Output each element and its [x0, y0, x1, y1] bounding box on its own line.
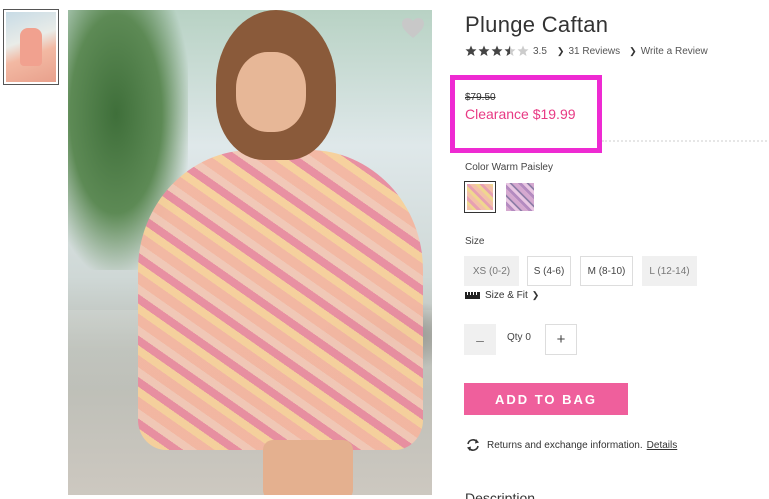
star-icon	[465, 45, 477, 56]
size-option-l[interactable]: L (12-14)	[642, 256, 697, 286]
write-review-link[interactable]: Write a Review	[641, 46, 708, 57]
returns-details-link[interactable]: Details	[647, 440, 678, 451]
rating-value: 3.5	[533, 45, 547, 57]
image-legs	[263, 440, 353, 495]
add-to-bag-button[interactable]: ADD TO BAG	[464, 383, 628, 415]
quantity-decrease-button[interactable]: –	[464, 324, 496, 355]
heart-icon[interactable]	[401, 17, 425, 39]
description-heading: Description	[465, 490, 536, 499]
reviews-link[interactable]: 31 Reviews	[568, 46, 620, 57]
star-icon	[491, 45, 503, 56]
image-face	[236, 52, 306, 132]
size-option-xs[interactable]: XS (0-2)	[464, 256, 519, 286]
quantity-increase-button[interactable]: +	[545, 324, 577, 355]
product-main-image	[68, 10, 432, 495]
product-thumbnail[interactable]	[3, 9, 59, 85]
returns-text: Returns and exchange information.	[487, 439, 643, 451]
chevron-right-icon: ❯	[629, 45, 637, 56]
divider	[602, 140, 767, 142]
size-option-m[interactable]: M (8-10)	[580, 256, 633, 286]
image-dress	[138, 150, 423, 450]
product-title: Plunge Caftan	[465, 12, 609, 37]
chevron-right-icon: ❯	[556, 45, 565, 56]
size-option-s[interactable]: S (4-6)	[527, 256, 571, 286]
chevron-right-icon: ❯	[531, 290, 540, 300]
rating-row: 3.5 ❯ 31 Reviews ❯ Write a Review	[465, 45, 708, 57]
color-label: Color Warm Paisley	[465, 162, 553, 173]
returns-info: Returns and exchange information. Detail…	[465, 438, 677, 452]
quantity-label: Qty 0	[507, 332, 531, 343]
thumbnail-image	[6, 12, 56, 82]
empty-star-icon	[517, 45, 529, 56]
size-fit-link[interactable]: Size & Fit ❯	[465, 290, 539, 301]
refresh-icon	[467, 439, 479, 451]
half-star-icon	[504, 45, 516, 56]
star-icon	[478, 45, 490, 56]
original-price: $79.50	[465, 92, 496, 103]
color-swatch-purple-paisley[interactable]	[504, 181, 536, 213]
size-fit-label: Size & Fit	[485, 290, 528, 301]
ruler-icon	[465, 292, 480, 299]
clearance-price: Clearance $19.99	[465, 106, 576, 122]
star-rating	[465, 45, 529, 57]
size-label: Size	[465, 236, 485, 247]
color-swatch-warm-paisley[interactable]	[464, 181, 496, 213]
